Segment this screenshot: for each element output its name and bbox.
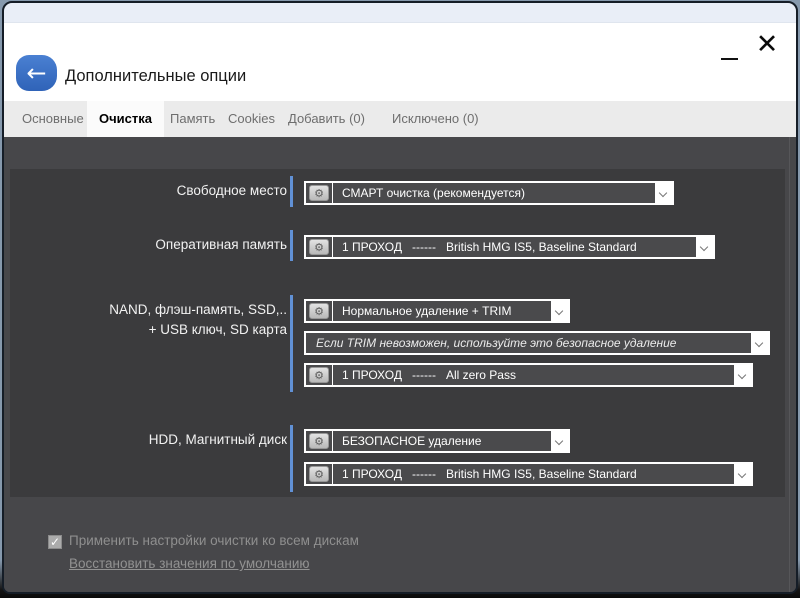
chevron-down-icon bbox=[659, 189, 667, 197]
close-button[interactable]: ✕ bbox=[750, 23, 784, 67]
minimize-icon bbox=[721, 58, 738, 60]
dropdown-separator bbox=[332, 431, 333, 451]
back-arrow-icon: ← bbox=[26, 61, 46, 85]
dropdown-value: БЕЗОПАСНОЕ удаление bbox=[342, 434, 481, 448]
panel-edge-divider bbox=[789, 137, 790, 592]
tab-cookies[interactable]: Cookies bbox=[224, 101, 279, 137]
dropdown-open-button[interactable] bbox=[696, 237, 713, 257]
tab-add[interactable]: Добавить (0) bbox=[284, 101, 369, 137]
apply-to-all-disks-checkbox[interactable]: ✓ bbox=[48, 535, 62, 549]
hdd-accent-bar bbox=[290, 425, 293, 492]
cleaning-settings-panel: Свободное место ⚙ СМАРТ очистка (рекомен… bbox=[4, 137, 796, 592]
ram-method-dropdown[interactable]: ⚙ 1 ПРОХОД ------ British HMG IS5, Basel… bbox=[304, 235, 715, 259]
minimize-button[interactable] bbox=[714, 37, 744, 67]
ram-accent-bar bbox=[290, 230, 293, 261]
nand-pass-dropdown[interactable]: ⚙ 1 ПРОХОД ------ All zero Pass bbox=[304, 363, 753, 387]
page-title: Дополнительные опции bbox=[65, 67, 246, 86]
tab-memory[interactable]: Память bbox=[166, 101, 219, 137]
tab-cleaning[interactable]: Очистка bbox=[87, 101, 164, 137]
dropdown-value: 1 ПРОХОД ------ British HMG IS5, Baselin… bbox=[342, 467, 637, 481]
free-space-accent-bar bbox=[290, 176, 293, 207]
chevron-down-icon bbox=[738, 470, 746, 478]
tab-excluded[interactable]: Исключено (0) bbox=[388, 101, 483, 137]
dropdown-open-button[interactable] bbox=[551, 431, 568, 451]
nand-trim-fallback-dropdown[interactable]: Если TRIM невозможен, используйте это бе… bbox=[304, 331, 770, 355]
dropdown-open-button[interactable] bbox=[751, 333, 768, 353]
close-icon: ✕ bbox=[756, 29, 779, 60]
wipe-method-icon: ⚙ bbox=[309, 367, 329, 383]
dropdown-open-button[interactable] bbox=[551, 301, 568, 321]
dropdown-value: Нормальное удаление + TRIM bbox=[342, 304, 511, 318]
window-titlebar[interactable] bbox=[4, 3, 796, 23]
tab-main[interactable]: Основные bbox=[18, 101, 88, 137]
header: ← Дополнительные опции ✕ bbox=[4, 23, 796, 101]
nand-ssd-label: NAND, флэш-память, SSD,.. + USB ключ, SD… bbox=[24, 300, 287, 340]
chevron-down-icon bbox=[555, 437, 563, 445]
ram-label: Оперативная память bbox=[24, 235, 287, 255]
checkmark-icon: ✓ bbox=[50, 535, 60, 549]
dropdown-open-button[interactable] bbox=[734, 464, 751, 484]
chevron-down-icon bbox=[755, 339, 763, 347]
back-button[interactable]: ← bbox=[16, 55, 57, 91]
dropdown-separator bbox=[332, 301, 333, 321]
wipe-method-icon: ⚙ bbox=[309, 239, 329, 255]
dropdown-value: Если TRIM невозможен, используйте это бе… bbox=[316, 336, 676, 350]
nand-method-dropdown[interactable]: ⚙ Нормальное удаление + TRIM bbox=[304, 299, 570, 323]
chevron-down-icon bbox=[555, 307, 563, 315]
chevron-down-icon bbox=[738, 371, 746, 379]
nand-accent-bar bbox=[290, 295, 293, 392]
dropdown-open-button[interactable] bbox=[734, 365, 751, 385]
wipe-method-icon: ⚙ bbox=[309, 433, 329, 449]
dropdown-separator bbox=[332, 464, 333, 484]
dropdown-value: 1 ПРОХОД ------ British HMG IS5, Baselin… bbox=[342, 240, 637, 254]
chevron-down-icon bbox=[700, 243, 708, 251]
restore-defaults-link[interactable]: Восстановить значения по умолчанию bbox=[69, 556, 310, 571]
advanced-options-window: ← Дополнительные опции ✕ Основные Очистк… bbox=[2, 1, 798, 594]
dropdown-separator bbox=[332, 365, 333, 385]
hdd-method-dropdown[interactable]: ⚙ БЕЗОПАСНОЕ удаление bbox=[304, 429, 570, 453]
dropdown-value: СМАРТ очистка (рекомендуется) bbox=[342, 186, 525, 200]
hdd-label: HDD, Магнитный диск bbox=[24, 430, 287, 450]
tab-bar: Основные Очистка Память Cookies Добавить… bbox=[4, 101, 796, 137]
wipe-method-icon: ⚙ bbox=[309, 303, 329, 319]
free-space-method-dropdown[interactable]: ⚙ СМАРТ очистка (рекомендуется) bbox=[304, 181, 674, 205]
dropdown-separator bbox=[332, 237, 333, 257]
wipe-method-icon: ⚙ bbox=[309, 185, 329, 201]
dropdown-value: 1 ПРОХОД ------ All zero Pass bbox=[342, 368, 516, 382]
dropdown-open-button[interactable] bbox=[655, 183, 672, 203]
apply-to-all-disks-label: Применить настройки очистки ко всем диск… bbox=[69, 533, 359, 548]
free-space-label: Свободное место bbox=[24, 181, 287, 201]
wipe-method-icon: ⚙ bbox=[309, 466, 329, 482]
hdd-pass-dropdown[interactable]: ⚙ 1 ПРОХОД ------ British HMG IS5, Basel… bbox=[304, 462, 753, 486]
dropdown-separator bbox=[332, 183, 333, 203]
